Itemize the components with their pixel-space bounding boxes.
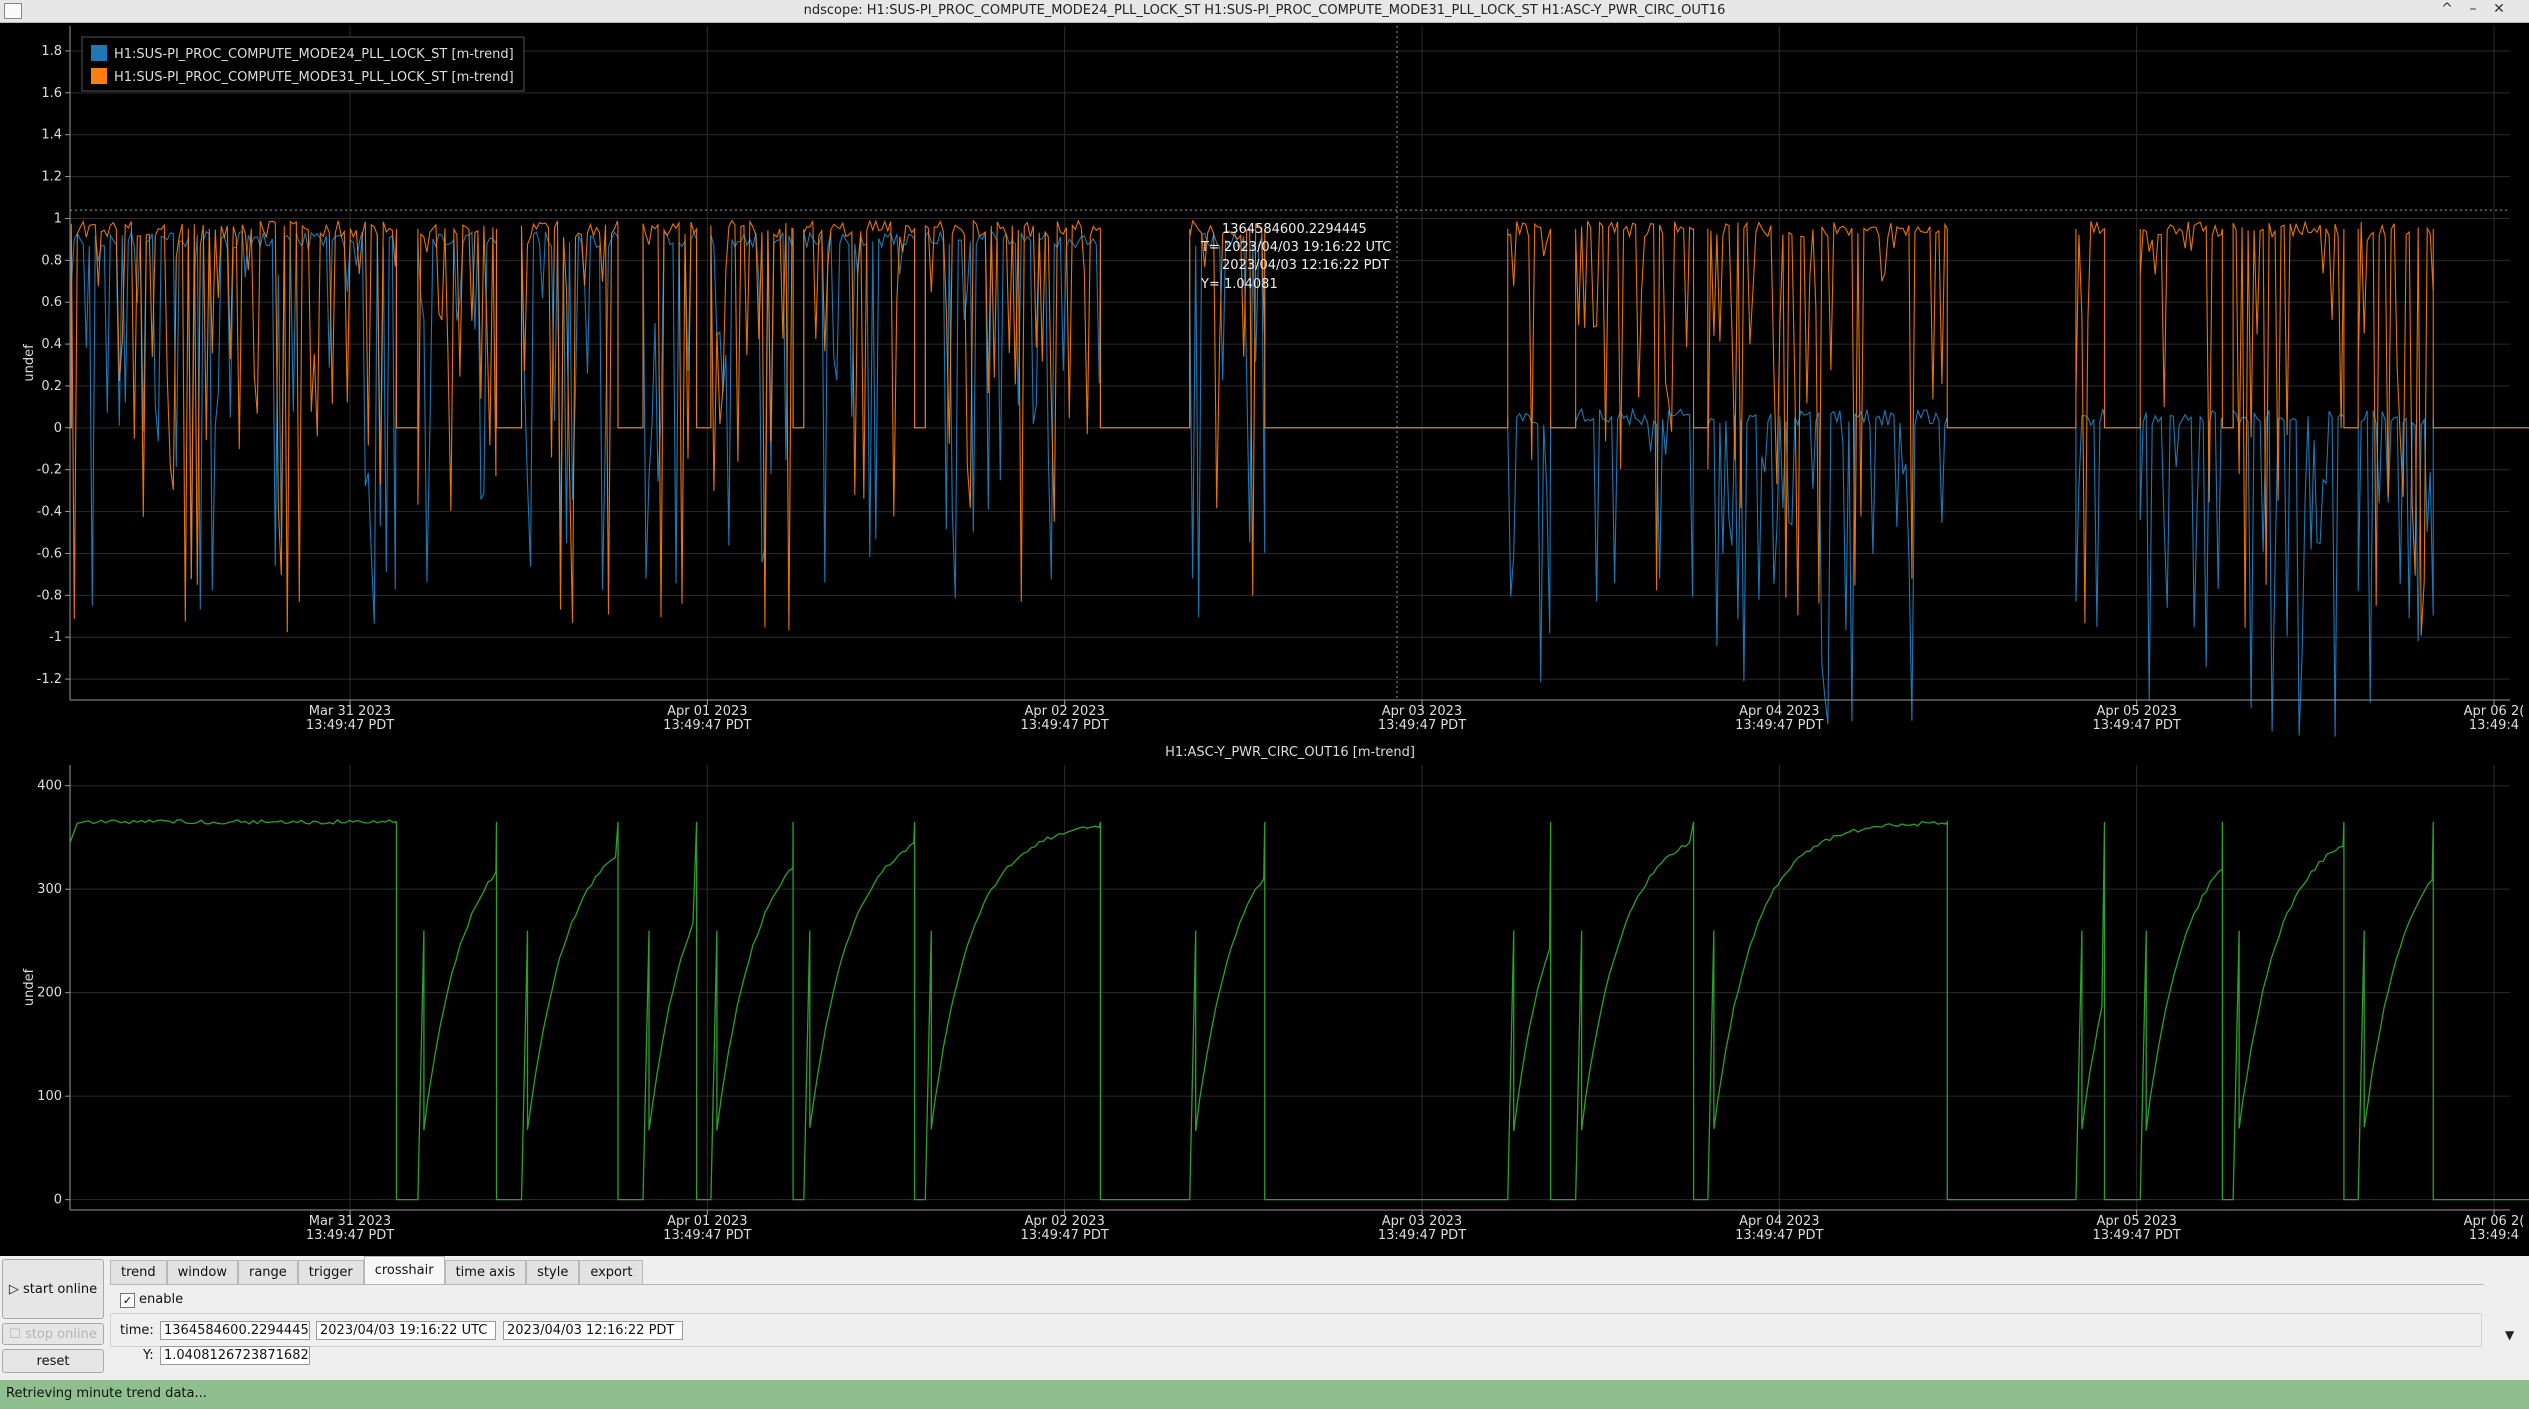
plot2-xtick-date: Apr 02 2023 (1024, 1214, 1104, 1229)
legend-swatch (91, 68, 107, 84)
plot1-ytick-label: 1 (54, 211, 62, 226)
plot2-xtick-date: Apr 05 2023 (2096, 1214, 2176, 1229)
tab-bar: trend window range trigger crosshair tim… (110, 1256, 644, 1286)
plot2-xtick-date: Apr 06 2( (2464, 1214, 2525, 1229)
plot1-ylabel: undef (22, 344, 37, 382)
plot2-xtick-time: 13:49:47 PDT (2092, 1228, 2180, 1243)
plot1-ytick-label: -1.2 (37, 672, 62, 687)
plot1-ytick-label: 1.2 (41, 170, 62, 185)
plot2-ytick-label: 200 (37, 986, 62, 1001)
plot1-ytick-label: -0.8 (37, 588, 62, 603)
plot1-ytick-label: 1.4 (41, 128, 62, 143)
enable-label: enable (139, 1292, 184, 1307)
legend-entry: H1:SUS-PI_PROC_COMPUTE_MODE31_PLL_LOCK_S… (114, 70, 514, 85)
plot1-ytick-label: 1.6 (41, 86, 62, 101)
plot2-ytick-label: 300 (37, 882, 62, 897)
tab-time-axis[interactable]: time axis (444, 1260, 527, 1284)
enable-checkbox[interactable]: ✓ (120, 1293, 135, 1308)
legend: H1:SUS-PI_PROC_COMPUTE_MODE24_PLL_LOCK_S… (81, 36, 525, 92)
stop-online-button[interactable]: ☐ stop online (2, 1323, 104, 1345)
plot2-ytick-label: 0 (54, 1193, 62, 1208)
plot2-xtick-date: Apr 04 2023 (1739, 1214, 1819, 1229)
tab-crosshair[interactable]: crosshair (363, 1256, 445, 1284)
crosshair: 1364584600.2294445 T= 2023/04/03 19:16:22… (1200, 26, 1398, 700)
plot1-xtick-date: Apr 06 2( (2464, 704, 2525, 719)
plot2-xtick-time: 13:49:47 PDT (1021, 1228, 1109, 1243)
minimize-button[interactable]: – (2463, 1, 2483, 17)
plot1-ytick-label: -0.6 (37, 546, 62, 561)
plot1-xtick-date: Apr 01 2023 (667, 704, 747, 719)
plot2-ylabel: undef (22, 968, 37, 1006)
plot2-xtick-date: Apr 03 2023 (1382, 1214, 1462, 1229)
crosshair-panel: ✓ enable time: 1364584600.2294445 2023/0… (110, 1284, 2484, 1378)
plot1-xtick-date: Apr 05 2023 (2096, 704, 2176, 719)
crosshair-gps: 1364584600.2294445 (1222, 222, 1367, 237)
plot1-xtick-time: 13:49:4 (2469, 718, 2519, 733)
plot1-ytick-label: 0.6 (41, 295, 62, 310)
plot1-ytick-label: 0 (54, 421, 62, 436)
plot1-ytick-label: -0.2 (37, 463, 62, 478)
plots-canvas[interactable]: 1.8 1.6 1.4 1.2 1 0.8 0.6 0.4 0.2 0 -0.2 -0.4 -0.6 -0… (0, 23, 2529, 1256)
close-button[interactable]: ✕ (2489, 1, 2509, 17)
plot2-xtick-time: 13:49:47 PDT (1378, 1228, 1466, 1243)
plot1-ytick-label: 0.4 (41, 337, 62, 352)
plot2-xtick-time: 13:49:47 PDT (306, 1228, 394, 1243)
crosshair-pdt: 2023/04/03 12:16:22 PDT (1222, 258, 1389, 273)
time-pdt-field[interactable]: 2023/04/03 12:16:22 PDT (503, 1321, 683, 1340)
tab-export[interactable]: export (579, 1260, 644, 1284)
expand-arrow-icon[interactable]: ▼ (2505, 1328, 2514, 1342)
plot1-ytick-label: 0.8 (41, 253, 62, 268)
plot1-xtick-time: 13:49:47 PDT (2092, 718, 2180, 733)
plot2-ytick-label: 400 (37, 779, 62, 794)
time-gps-field[interactable]: 1364584600.2294445 (160, 1321, 310, 1340)
legend-swatch (91, 45, 107, 61)
crosshair-y: Y= 1.04081 (1200, 277, 1278, 292)
plot2-ytick-label: 100 (37, 1089, 62, 1104)
plot1-ytick-label: 0.2 (41, 379, 62, 394)
y-label: Y: (143, 1348, 154, 1363)
tab-trigger[interactable]: trigger (297, 1260, 364, 1284)
plot1-xtick-date: Apr 02 2023 (1024, 704, 1104, 719)
plot1-xtick-time: 13:49:47 PDT (1021, 718, 1109, 733)
plot2-xtick-date: Mar 31 2023 (309, 1214, 391, 1229)
tab-style[interactable]: style (526, 1260, 580, 1284)
plot2-title: H1:ASC-Y_PWR_CIRC_OUT16 [m-trend] (1165, 745, 1415, 760)
series-circ-power-line (69, 819, 2529, 1201)
reset-button[interactable]: reset (2, 1349, 104, 1373)
plot1-ytick-label: -0.4 (37, 505, 62, 520)
plot1-xtick-time: 13:49:47 PDT (1378, 718, 1466, 733)
start-online-button[interactable]: ▷ start online (2, 1259, 104, 1319)
plot1-xtick-time: 13:49:47 PDT (1735, 718, 1823, 733)
plot1-ytick-label: -1 (49, 630, 62, 645)
maximize-button[interactable]: ^ (2437, 1, 2457, 17)
plot1-xtick-time: 13:49:47 PDT (306, 718, 394, 733)
status-text: Retrieving minute trend data... (6, 1386, 207, 1401)
plot-area[interactable]: 1.8 1.6 1.4 1.2 1 0.8 0.6 0.4 0.2 0 -0.2 -0.4 -0.6 -0… (0, 23, 2529, 1256)
crosshair-utc: T= 2023/04/03 19:16:22 UTC (1200, 240, 1391, 255)
plot1-xtick-date: Mar 31 2023 (309, 704, 391, 719)
y-value-field[interactable]: 1.0408126723871682 (160, 1346, 310, 1365)
legend-entry: H1:SUS-PI_PROC_COMPUTE_MODE24_PLL_LOCK_S… (114, 47, 514, 62)
title-bar: ndscope: H1:SUS-PI_PROC_COMPUTE_MODE24_P… (0, 0, 2529, 23)
tab-range[interactable]: range (237, 1260, 298, 1284)
plot2-xtick-time: 13:49:4 (2469, 1228, 2519, 1243)
plot2-xtick-time: 13:49:47 PDT (1735, 1228, 1823, 1243)
time-utc-field[interactable]: 2023/04/03 19:16:22 UTC (316, 1321, 496, 1340)
plot1-xtick-date: Apr 03 2023 (1382, 704, 1462, 719)
tab-trend[interactable]: trend (110, 1260, 167, 1284)
plot1-xtick-time: 13:49:47 PDT (663, 718, 751, 733)
plot2-xtick-date: Apr 01 2023 (667, 1214, 747, 1229)
plot1-xtick-date: Apr 04 2023 (1739, 704, 1819, 719)
status-bar: Retrieving minute trend data... (0, 1380, 2529, 1409)
window-title: ndscope: H1:SUS-PI_PROC_COMPUTE_MODE24_P… (803, 3, 1726, 18)
time-label: time: (120, 1323, 154, 1338)
plot2-xtick-time: 13:49:47 PDT (663, 1228, 751, 1243)
tab-window[interactable]: window (166, 1260, 238, 1284)
control-panel: ▷ start online ☐ stop online reset trend… (0, 1256, 2529, 1380)
plot1-ytick-label: 1.8 (41, 44, 62, 59)
